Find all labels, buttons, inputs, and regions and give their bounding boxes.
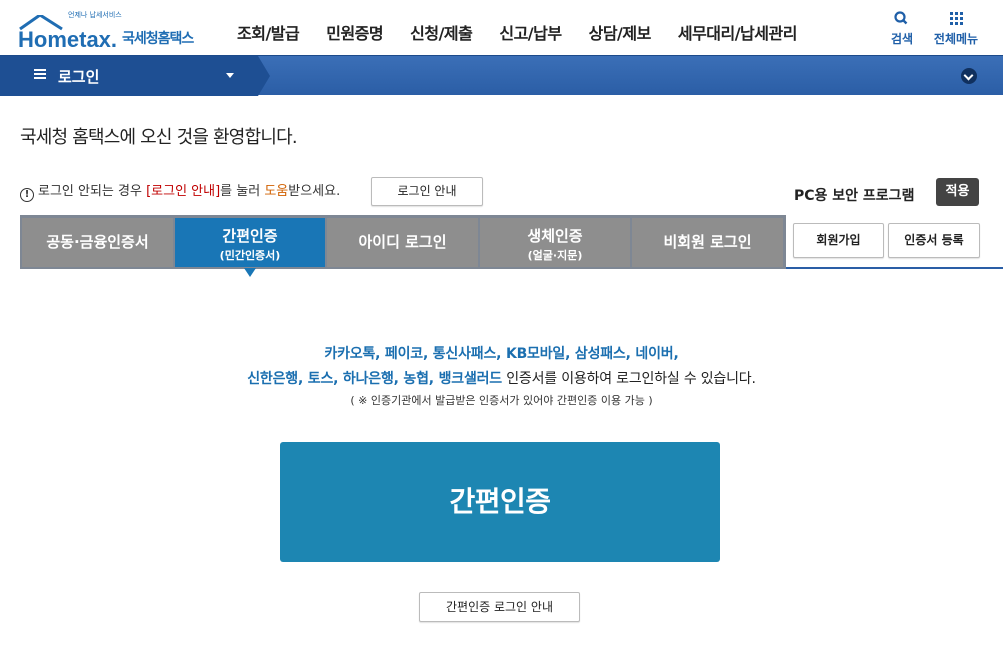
- grid-menu-icon: [950, 12, 963, 25]
- svg-text:Hometax.: Hometax.: [18, 27, 117, 49]
- nav-report-pay[interactable]: 신고/납부: [499, 20, 562, 44]
- logo-korean-name: 국세청홈택스: [122, 31, 194, 47]
- tab-label: 공동·금융인증서: [46, 233, 149, 251]
- hometax-logo-mark: Hometax.: [18, 15, 117, 49]
- chevron-down-circle-icon[interactable]: [961, 68, 977, 84]
- nav-consult-report[interactable]: 상담/제보: [589, 20, 652, 44]
- tab-label: 생체인증: [527, 227, 583, 245]
- simple-auth-guide-button[interactable]: 간편인증 로그인 안내: [419, 592, 580, 622]
- nav-tax-agent[interactable]: 세무대리/납세관리: [678, 20, 798, 44]
- tab-id-login[interactable]: 아이디 로그인: [327, 218, 478, 267]
- location-title: 로그인: [58, 68, 100, 86]
- tab-label: 아이디 로그인: [358, 233, 447, 251]
- nav-inquiry-issue[interactable]: 조회/발급: [237, 20, 300, 44]
- search-button[interactable]: 검색: [889, 10, 915, 47]
- tab-biometric[interactable]: 생체인증 (얼굴·지문): [480, 218, 630, 267]
- provider-description: 인증서를 이용하여 로그인하실 수 있습니다.: [501, 371, 756, 387]
- provider-names-1: 카카오톡, 페이코, 통신사패스, KB모바일, 삼성패스, 네이버,: [324, 346, 679, 362]
- simple-auth-note: ( ※ 인증기관에서 발급받은 인증서가 있어야 간편인증 이용 가능 ): [350, 394, 653, 407]
- tab-label: 간편인증: [222, 227, 278, 245]
- search-icon: [894, 11, 908, 25]
- simple-auth-button[interactable]: 간편인증: [280, 442, 720, 562]
- location-dropdown[interactable]: 로그인: [0, 56, 270, 96]
- help-emphasis: 도움: [264, 184, 289, 199]
- tab-sublabel: (얼굴·지문): [527, 249, 583, 262]
- login-guide-button[interactable]: 로그인 안내: [371, 177, 483, 206]
- help-text-3: 받으세요.: [288, 184, 341, 199]
- join-member-button[interactable]: 회원가입: [793, 223, 884, 258]
- tab-joint-financial-cert[interactable]: 공동·금융인증서: [22, 218, 173, 267]
- provider-list-line-2: 신한은행, 토스, 하나은행, 농협, 뱅크샐러드 인증서를 이용하여 로그인하…: [0, 368, 1003, 388]
- hamburger-icon: [34, 67, 46, 83]
- provider-list-line-1: 카카오톡, 페이코, 통신사패스, KB모바일, 삼성패스, 네이버,: [0, 343, 1003, 363]
- welcome-heading: 국세청 홈택스에 오신 것을 환영합니다.: [20, 127, 298, 148]
- tab-non-member-login[interactable]: 비회원 로그인: [632, 218, 783, 267]
- tab-underline: [786, 267, 1003, 269]
- main-nav: 조회/발급 민원증명 신청/제출 신고/납부 상담/제보 세무대리/납세관리: [237, 20, 824, 44]
- caret-down-icon[interactable]: [226, 73, 234, 78]
- tab-sublabel: (민간인증서): [219, 249, 281, 262]
- security-apply-button[interactable]: 적용: [936, 178, 979, 206]
- help-link-text: [로그인 안내]: [146, 184, 221, 199]
- pc-security-label: PC용 보안 프로그램: [794, 188, 915, 204]
- hometax-logo[interactable]: 언제나 납세서비스 Hometax. 국세청홈택스: [18, 6, 208, 50]
- all-menu-button[interactable]: 전체메뉴: [931, 10, 981, 47]
- cert-register-button[interactable]: 인증서 등록: [888, 223, 980, 258]
- location-bar: 로그인: [0, 55, 1003, 96]
- help-text-1: 로그인 안되는 경우: [38, 184, 147, 199]
- active-tab-pointer: [244, 268, 256, 277]
- search-label: 검색: [890, 32, 914, 46]
- tab-label: 비회원 로그인: [663, 233, 752, 251]
- top-header: 언제나 납세서비스 Hometax. 국세청홈택스 조회/발급 민원증명 신청/…: [0, 0, 1003, 55]
- nav-apply-submit[interactable]: 신청/제출: [410, 20, 473, 44]
- tab-simple-auth[interactable]: 간편인증 (민간인증서): [175, 218, 325, 267]
- login-help-text: ! 로그인 안되는 경우 [로그인 안내]를 눌러 도움받으세요.: [20, 180, 340, 202]
- all-menu-label: 전체메뉴: [933, 32, 979, 46]
- info-exclamation-icon: !: [20, 188, 34, 202]
- provider-names-2: 신한은행, 토스, 하나은행, 농협, 뱅크샐러드: [247, 371, 502, 387]
- nav-civil-certificate[interactable]: 민원증명: [326, 20, 383, 44]
- help-text-2: 를 눌러: [220, 184, 265, 199]
